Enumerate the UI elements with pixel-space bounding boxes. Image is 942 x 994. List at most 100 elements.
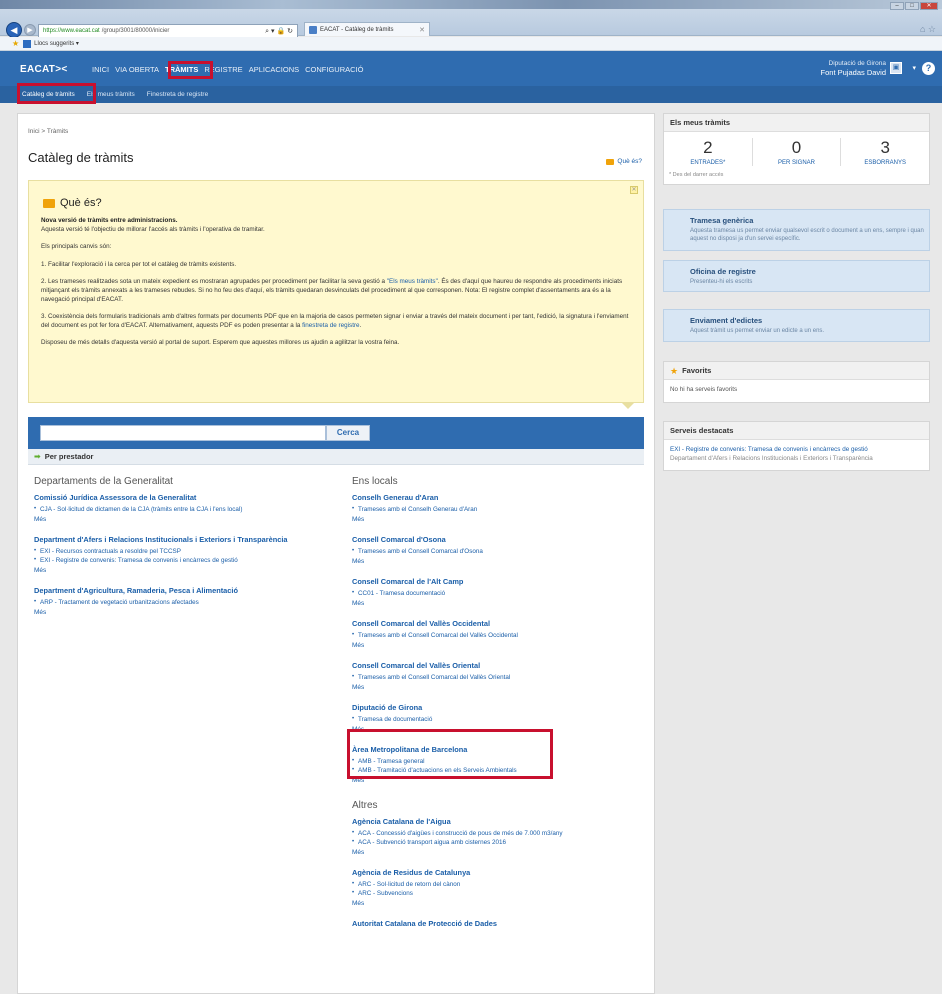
provider-title-link[interactable]: Consell Comarcal del Vallès Oriental: [352, 661, 652, 670]
provider-title-link[interactable]: Consell Comarcal d'Osona: [352, 535, 652, 544]
more-link[interactable]: Més: [352, 899, 652, 909]
more-link[interactable]: Més: [352, 776, 652, 786]
service-link[interactable]: Tramesa de documentació: [352, 715, 652, 724]
address-tools-icon[interactable]: ⌕ ▾ 🔒 ↻: [265, 27, 293, 36]
search-button[interactable]: Cerca: [326, 425, 370, 441]
service-link[interactable]: ARC - Subvencions: [352, 889, 652, 898]
finestreta-link[interactable]: finestreta de registre: [302, 322, 359, 329]
provider-title-link[interactable]: Consell Comarcal de l'Alt Camp: [352, 577, 652, 586]
provider-title-link[interactable]: Agència de Residus de Catalunya: [352, 868, 652, 877]
more-link[interactable]: Més: [34, 608, 334, 618]
service-link[interactable]: CC01 - Tramesa documentació: [352, 589, 652, 598]
link-card-title: Oficina de registre: [690, 267, 756, 276]
service-link[interactable]: Trameses amb el Consell Comarcal del Val…: [352, 631, 652, 640]
more-link[interactable]: Més: [352, 641, 652, 651]
nav-tramits[interactable]: TRÀMITS: [165, 65, 198, 74]
info-p3a: 2. Les trameses realitzades sota un mate…: [41, 278, 387, 286]
minimize-button[interactable]: –: [890, 2, 904, 10]
counter-value: 3: [880, 138, 890, 157]
counter-per-signar[interactable]: 0 PER SIGNAR: [753, 138, 842, 166]
eacat-logo[interactable]: EACAT><: [20, 64, 67, 75]
suggested-sites-link[interactable]: Llocs suggerits ▾: [34, 40, 79, 47]
subnav-meus-tramits[interactable]: Els meus tràmits: [87, 91, 135, 98]
tab-close-icon[interactable]: ✕: [419, 26, 425, 34]
provider-title-link[interactable]: Àrea Metropolitana de Barcelona: [352, 745, 652, 754]
service-link[interactable]: EXI - Recursos contractuals a resoldre p…: [34, 547, 334, 556]
browser-toolbar: – □ ✕ ◀ ▶ https://www.eacat.cat /group/3…: [0, 0, 942, 38]
provider-title-link[interactable]: Comissió Jurídica Assessora de la Genera…: [34, 493, 334, 502]
per-prestador-bar[interactable]: ➡ Per prestador: [28, 449, 644, 465]
address-bar[interactable]: https://www.eacat.cat /group/3001/80000/…: [38, 24, 298, 38]
maximize-button[interactable]: □: [905, 2, 919, 10]
counter-entrades[interactable]: 2 ENTRADES*: [664, 138, 753, 166]
tab-favicon-icon: [309, 25, 317, 34]
nav-aplicacions[interactable]: APLICACIONS: [249, 65, 299, 74]
service-link[interactable]: ACA - Subvenció transport aigua amb cist…: [352, 838, 652, 847]
info-close-icon[interactable]: ✕: [630, 186, 638, 194]
service-link[interactable]: ARP - Tractament de vegetació urbanitzac…: [34, 598, 334, 607]
service-link[interactable]: CJA - Sol·licitud de dictamen de la CJA …: [34, 505, 334, 514]
nav-configuracio[interactable]: CONFIGURACIÓ: [305, 65, 363, 74]
link-card-title: Tramesa genèrica: [690, 216, 754, 225]
service-link[interactable]: Trameses amb el Conselh Generau d'Aran: [352, 505, 652, 514]
que-es-link[interactable]: Què és?: [606, 158, 642, 165]
close-window-button[interactable]: ✕: [920, 2, 938, 10]
provider-title-link[interactable]: Conselh Generau d'Aran: [352, 493, 652, 502]
provider-title-link[interactable]: Agència Catalana de l'Aigua: [352, 817, 652, 826]
more-link[interactable]: Més: [352, 848, 652, 858]
service-link[interactable]: EXI - Registre de convenis: Tramesa de c…: [34, 556, 334, 565]
more-link[interactable]: Més: [352, 557, 652, 567]
star-icon: ★: [670, 365, 679, 376]
forward-button[interactable]: ▶: [24, 24, 36, 36]
provider-title-link[interactable]: Department d'Agricultura, Ramaderia, Pes…: [34, 586, 334, 595]
destacats-link[interactable]: EXI - Registre de convenis: Tramesa de c…: [670, 446, 868, 453]
provider-title-link[interactable]: Diputació de Girona: [352, 703, 652, 712]
nav-registre[interactable]: REGISTRE: [204, 65, 242, 74]
service-link[interactable]: ACA - Concessió d'aigües i construcció d…: [352, 829, 652, 838]
favorites-star-icon[interactable]: ★: [12, 39, 19, 48]
user-menu-chevron-down-icon[interactable]: ▾: [912, 64, 916, 72]
back-button[interactable]: ◀: [6, 22, 22, 38]
provider-group: Consell Comarcal del Vallès Occidental Tr…: [352, 619, 652, 651]
provider-title-link[interactable]: Autoritat Catalana de Protecció de Dades: [352, 919, 652, 928]
service-link[interactable]: AMB - Tramitació d'actuacions en els Ser…: [352, 766, 652, 775]
provider-group: Comissió Jurídica Assessora de la Genera…: [34, 493, 334, 525]
enviament-edictes-card[interactable]: Enviament d'edictes Aquest tràmit us per…: [663, 309, 930, 342]
favorits-title: Favorits: [682, 365, 712, 375]
more-link[interactable]: Més: [34, 515, 334, 525]
breadcrumb[interactable]: Inici > Tràmits: [28, 128, 68, 135]
service-link[interactable]: AMB - Tramesa general: [352, 757, 652, 766]
more-link[interactable]: Més: [352, 683, 652, 693]
provider-title-link[interactable]: Department d'Afers i Relacions Instituci…: [34, 535, 334, 544]
nav-via-oberta[interactable]: VIA OBERTA: [115, 65, 159, 74]
nav-inici[interactable]: INICI: [92, 65, 109, 74]
more-link[interactable]: Més: [352, 515, 652, 525]
meus-tramits-title: Els meus tràmits: [664, 114, 929, 132]
oficina-registre-card[interactable]: Oficina de registre Presenteu-hi els esc…: [663, 260, 930, 292]
counter-esborranys[interactable]: 3 ESBORRANYS: [841, 138, 929, 166]
info-panel: ✕ Què és? Nova versió de tràmits entre a…: [28, 180, 644, 409]
search-bar: Cerca: [28, 417, 644, 449]
meus-tramits-link[interactable]: "Els meus tràmits": [387, 278, 438, 285]
service-link[interactable]: Trameses amb el Consell Comarcal d'Osona: [352, 547, 652, 556]
favorits-heading: ★ Favorits: [664, 362, 929, 380]
section-heading-generalitat: Departaments de la Generalitat: [34, 476, 173, 487]
tramesa-generica-card[interactable]: Tramesa genèrica Aquesta tramesa us perm…: [663, 209, 930, 251]
provider-title-link[interactable]: Consell Comarcal del Vallès Occidental: [352, 619, 652, 628]
user-card-icon[interactable]: ▣: [890, 62, 902, 74]
service-link[interactable]: ARC - Sol·licitud de retorn del cànon: [352, 880, 652, 889]
subnav-finestreta[interactable]: Finestreta de registre: [147, 91, 208, 98]
home-star-icons[interactable]: ⌂ ☆: [920, 24, 936, 35]
subnav-cataleg[interactable]: Catàleg de tràmits: [22, 91, 75, 98]
help-icon[interactable]: ?: [922, 62, 935, 75]
main-navigation: INICI VIA OBERTA TRÀMITS REGISTRE APLICA…: [92, 65, 363, 74]
forward-arrow-icon: ▶: [27, 27, 33, 34]
section-heading-ens-locals: Ens locals: [352, 476, 398, 487]
search-input[interactable]: [40, 425, 326, 441]
more-link[interactable]: Més: [352, 599, 652, 609]
browser-tab[interactable]: EACAT - Catàleg de tràmits ✕: [304, 22, 430, 36]
user-info: Diputació de Girona Font Pujadas David: [821, 59, 886, 77]
more-link[interactable]: Més: [34, 566, 334, 576]
service-link[interactable]: Trameses amb el Consell Comarcal del Val…: [352, 673, 652, 682]
more-link[interactable]: Més: [352, 725, 652, 735]
